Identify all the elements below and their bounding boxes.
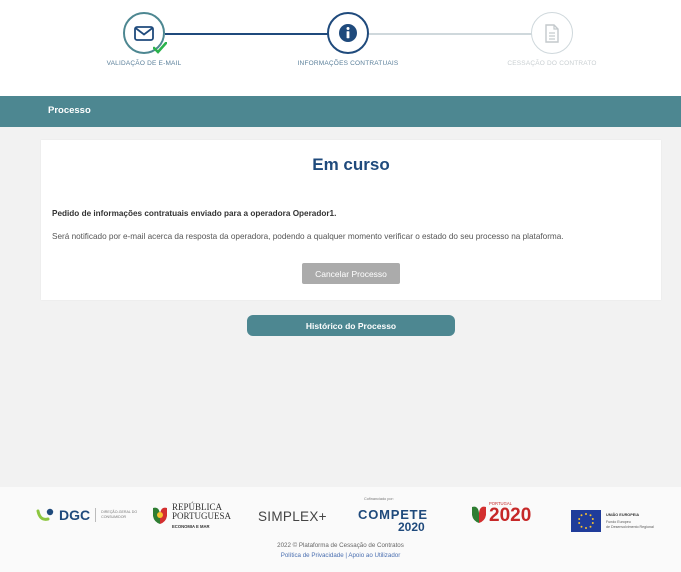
dgc-mark-icon (36, 508, 54, 521)
eu-flag-icon (571, 510, 601, 532)
status-message: Será notificado por e-mail acerca da res… (52, 232, 564, 241)
document-icon (545, 23, 559, 43)
step-contract-info: INFORMAÇÕES CONTRATUAIS (288, 12, 408, 67)
status-card: Em curso Pedido de informações contratua… (41, 140, 661, 300)
footer: DGC DIREÇÃO-GERAL DO CONSUMIDOR REPÚBLIC… (0, 487, 681, 572)
progress-stepper: VALIDAÇÃO DE E-MAIL INFORMAÇÕES CONTRATU… (0, 0, 681, 96)
footer-links[interactable]: Política de Privacidade | Apoio ao Utili… (0, 552, 681, 559)
checkmark-icon (153, 42, 167, 54)
step-contract-termination: CESSAÇÃO DO CONTRATO (492, 12, 612, 67)
simplex-text: SIMPLEX+ (258, 509, 327, 524)
compete-2020-logo: Cofinanciado por: COMPETE 2020 (358, 497, 428, 534)
eu-subtitle-2: de Desenvolvimento Regional (606, 524, 654, 529)
process-history-button[interactable]: Histórico do Processo (247, 315, 455, 336)
dgc-logo: DGC DIREÇÃO-GERAL DO CONSUMIDOR (36, 507, 137, 523)
republica-line-2: PORTUGUESA (172, 511, 231, 522)
eu-fund-logo: UNIÃO EUROPEIA Fundo Europeu de Desenvol… (571, 510, 654, 532)
copyright-text: 2022 © Plataforma de Cessação de Contrat… (277, 542, 404, 549)
status-message-bold: Pedido de informações contratuais enviad… (52, 209, 337, 218)
status-title: Em curso (312, 155, 390, 174)
compete-year: 2020 (398, 520, 425, 534)
step-label: VALIDAÇÃO DE E-MAIL (106, 60, 182, 67)
eu-title: UNIÃO EUROPEIA (606, 512, 640, 517)
dgc-divider (95, 508, 97, 522)
banner-title: Processo (48, 105, 91, 116)
portugal-2020-mark-icon (472, 506, 486, 523)
step-circle (327, 12, 369, 54)
envelope-icon (134, 25, 154, 41)
simplex-logo: SIMPLEX+ (258, 509, 327, 524)
step-email-validation: VALIDAÇÃO DE E-MAIL (84, 12, 204, 67)
cancel-process-button[interactable]: Cancelar Processo (302, 263, 400, 284)
step-label: INFORMAÇÕES CONTRATUAIS (297, 60, 399, 67)
republica-portuguesa-logo: REPÚBLICA PORTUGUESA ECONOMIA E MAR (151, 502, 231, 529)
portugal-year: 2020 (489, 505, 532, 527)
portugal-2020-logo: PORTUGAL 2020 (471, 501, 532, 527)
portuguese-flag-icon (153, 507, 167, 525)
step-circle (123, 12, 167, 54)
step-label: CESSAÇÃO DO CONTRATO (507, 60, 597, 67)
info-icon (339, 24, 357, 42)
section-banner: Processo (0, 96, 681, 127)
compete-caption: Cofinanciado por: (364, 497, 394, 501)
dgc-text: DGC (59, 507, 91, 523)
step-circle (531, 12, 573, 54)
dgc-subtitle: DIREÇÃO-GERAL DO CONSUMIDOR (101, 510, 138, 519)
republica-ministry: ECONOMIA E MAR (172, 523, 210, 529)
